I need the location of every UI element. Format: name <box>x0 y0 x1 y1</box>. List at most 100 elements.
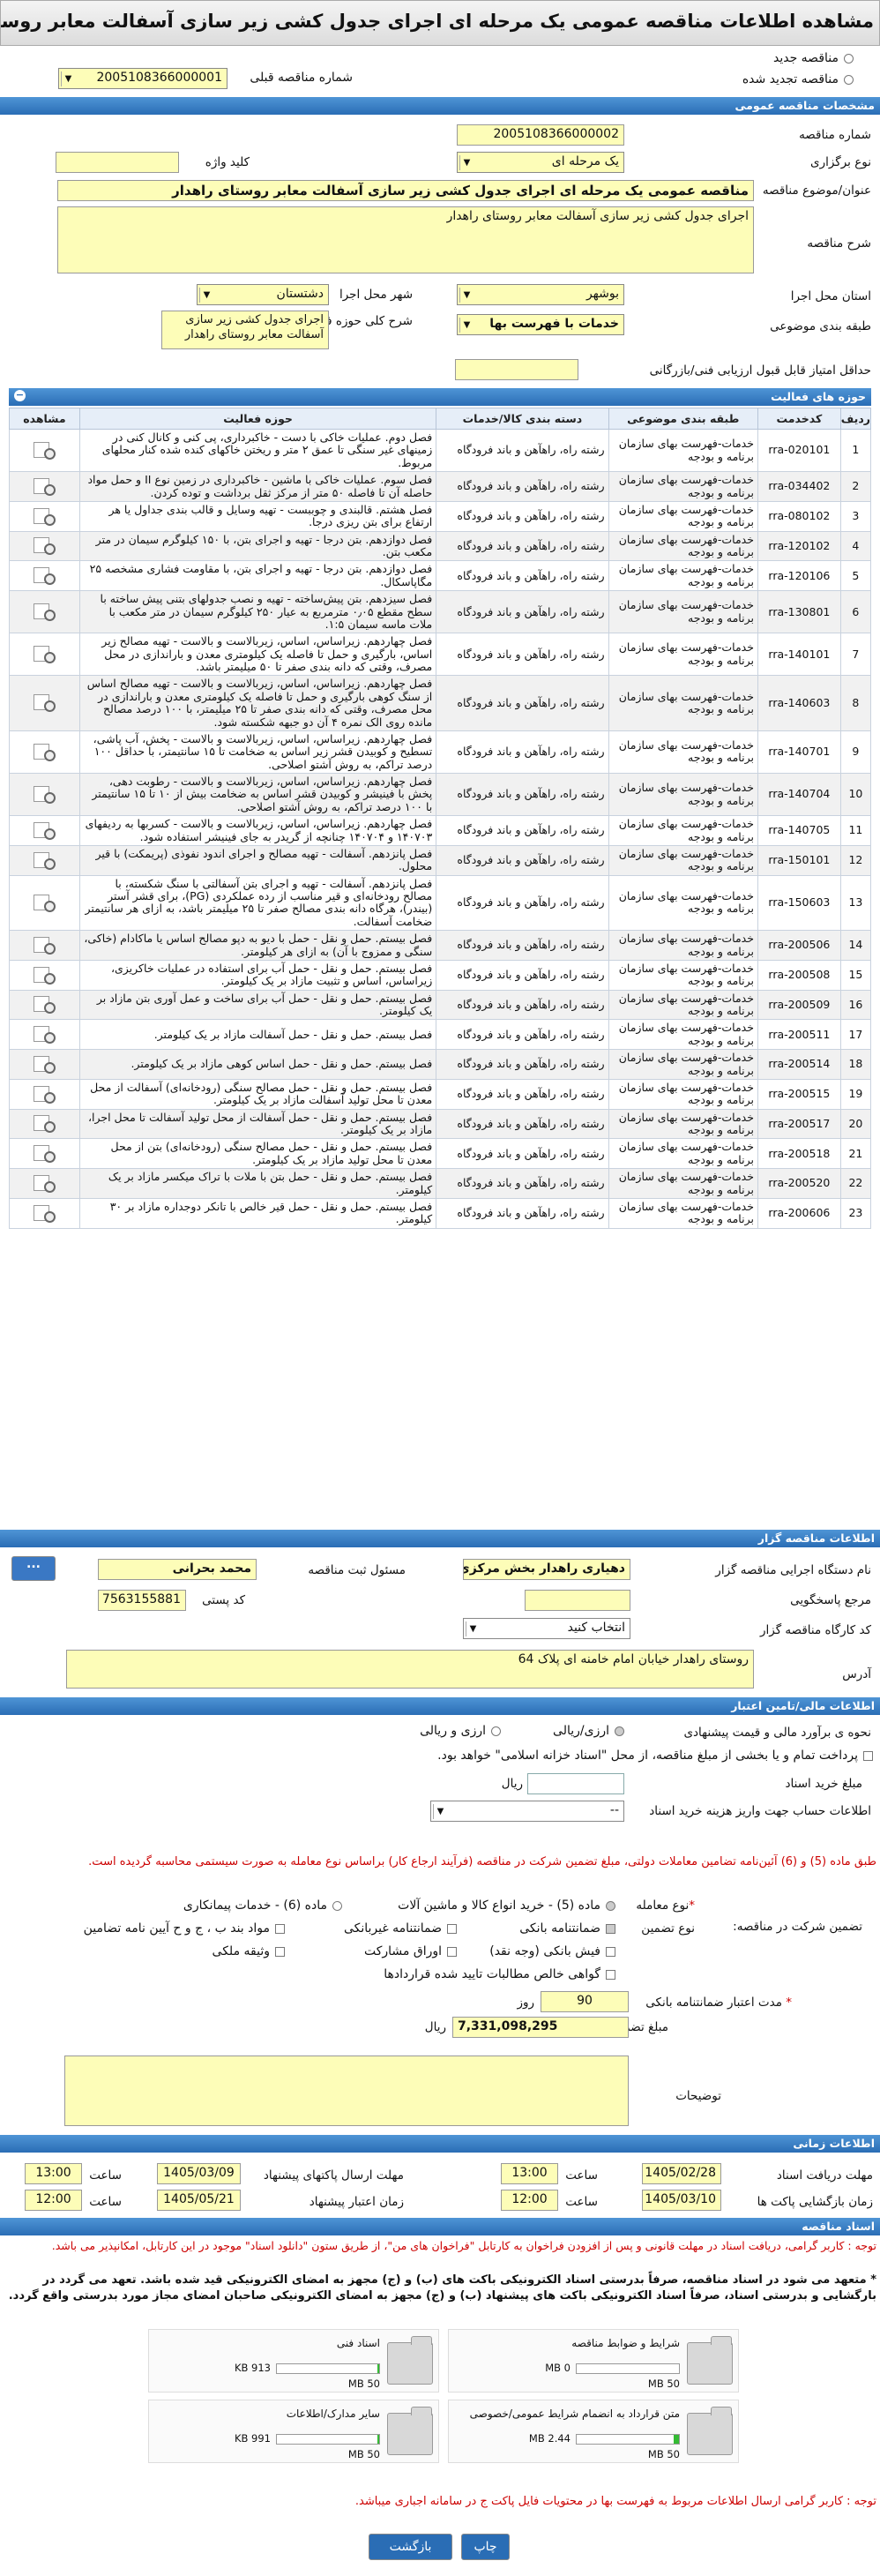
view-document-icon[interactable] <box>32 476 56 496</box>
class-cell: خدمات-فهرست بهای سازمان برنامه و بودجه <box>608 1049 758 1080</box>
notes-area[interactable] <box>64 2056 629 2126</box>
guarantee-bonds[interactable]: اوراق مشارکت <box>364 1944 457 1958</box>
category-cell: رشته راه، راهآهن و باند فرودگاه <box>436 930 609 961</box>
renewed-tender-option[interactable]: مناقصه تجدید شده <box>742 72 854 86</box>
view-document-icon[interactable] <box>32 693 56 713</box>
doc-contract[interactable]: متن قرارداد به انضمام شرایط عمومی/خصوصی 2… <box>448 2400 739 2463</box>
validity-time: 12:00 <box>25 2190 82 2211</box>
category-cell: رشته راه، راهآهن و باند فرودگاه <box>436 633 609 677</box>
view-document-icon[interactable] <box>32 994 56 1015</box>
row-number: 9 <box>839 730 872 775</box>
view-cell <box>9 1138 80 1170</box>
view-document-icon[interactable] <box>32 893 56 912</box>
view-document-icon[interactable] <box>32 850 56 870</box>
table-row: 8 rra-140603 خدمات-فهرست بهای سازمان برنام… <box>9 675 872 731</box>
activity-cell: فصل سیزدهم. بتن پیش‌ساخته - تهیه و نصب ج… <box>78 590 437 634</box>
view-document-icon[interactable] <box>32 935 56 955</box>
folder-icon <box>387 2336 433 2385</box>
guarantee-nonbank[interactable]: ضمانتنامه غیربانکی <box>344 1921 457 1936</box>
deadline-send-date: 1405/03/09 <box>157 2163 241 2184</box>
view-document-icon[interactable] <box>32 1203 56 1223</box>
view-document-icon[interactable] <box>32 535 56 556</box>
previous-number-select[interactable]: 2005108366000001 ▼ <box>58 68 227 89</box>
view-cell <box>9 633 80 677</box>
class-cell: خدمات-فهرست بهای سازمان برنامه و بودجه <box>608 930 758 961</box>
opening-date: 1405/03/10 <box>642 2190 721 2211</box>
view-document-icon[interactable] <box>32 440 56 460</box>
trade-option-5[interactable]: ماده (5) - خرید انواع کالا و ماشین آلات <box>398 1898 615 1913</box>
doc-technical[interactable]: اسناد فنی 913 KB 50 MB <box>148 2329 439 2393</box>
class-cell: خدمات-فهرست بهای سازمان برنامه و بودجه <box>608 500 758 532</box>
category-cell: رشته راه، راهآهن و باند فرودگاه <box>436 428 609 473</box>
service-code: rra-140701 <box>757 730 841 775</box>
collapse-icon[interactable]: − <box>14 390 26 401</box>
view-document-icon[interactable] <box>32 1173 56 1193</box>
row-number: 10 <box>839 772 872 817</box>
activity-cell: فصل بیستم. حمل و نقل - حمل قیر خالص با ت… <box>78 1197 437 1229</box>
view-cell <box>9 844 80 876</box>
view-document-icon[interactable] <box>32 784 56 804</box>
description-area[interactable]: اجرای جدول کشی زیر سازی آسفالت معابر روس… <box>57 206 754 273</box>
doc-other[interactable]: سایر مدارک/اطلاعات 991 KB 50 MB <box>148 2400 439 2463</box>
activity-cell: فصل چهاردهم. زیراساس، اساس، زیربالاست و … <box>78 772 437 817</box>
back-button[interactable]: بازگشت <box>369 2534 452 2560</box>
class-select[interactable]: خدمات با فهرست بها ▼ <box>457 314 624 335</box>
guarantee-claims[interactable]: گواهی خالص مطالبات تایید شده قراردادها <box>384 1967 615 1981</box>
ref-field <box>525 1590 630 1611</box>
province-select[interactable]: بوشهر ▼ <box>457 284 624 305</box>
view-document-icon[interactable] <box>32 1054 56 1074</box>
treasury-checkbox[interactable]: پرداخت تمام و یا بخشی از مبلغ مناقصه، از… <box>437 1749 873 1763</box>
service-code: rra-140101 <box>757 633 841 677</box>
row-number: 13 <box>839 874 872 932</box>
chevron-down-icon: ▼ <box>459 288 474 303</box>
print-button[interactable]: چاپ <box>461 2534 510 2560</box>
guarantee-cash[interactable]: فیش بانکی (وجه نقد) <box>489 1944 615 1958</box>
city-select[interactable]: دشتستان ▼ <box>197 284 329 305</box>
view-cell <box>9 772 80 817</box>
table-row: 3 rra-080102 خدمات-فهرست بهای سازمان برنام… <box>9 500 872 532</box>
guarantee-property[interactable]: وثیقه ملکی <box>213 1944 285 1958</box>
view-cell <box>9 1108 80 1140</box>
table-row: 17 rra-200511 خدمات-فهرست بهای سازمان برنا… <box>9 1019 872 1051</box>
view-document-icon[interactable] <box>32 1113 56 1134</box>
view-document-icon[interactable] <box>32 1084 56 1104</box>
estimate-option-1[interactable]: ارزی/ریالی <box>553 1724 624 1738</box>
view-document-icon[interactable] <box>32 602 56 621</box>
row-number: 20 <box>839 1108 872 1140</box>
activity-cell: فصل هشتم. قالبندی و چوببست - تهیه وسایل … <box>78 500 437 532</box>
account-select[interactable]: -- ▼ <box>430 1801 624 1822</box>
opening-label: زمان بازگشایی پاکت ها <box>757 2195 873 2209</box>
view-cell <box>9 500 80 532</box>
activity-cell: فصل بیستم. حمل و نقل - حمل آب برای استفا… <box>78 959 437 991</box>
estimate-label: نحوه ی برآورد مالی و قیمت پیشنهادی <box>683 1726 871 1740</box>
keyword-field[interactable] <box>56 152 179 173</box>
class-cell: خدمات-فهرست بهای سازمان برنامه و بودجه <box>608 1078 758 1110</box>
guarantee-bank[interactable]: ضمانتنامه بانکی <box>519 1921 615 1936</box>
category-cell: رشته راه، راهآهن و باند فرودگاه <box>436 989 609 1021</box>
view-document-icon[interactable] <box>32 742 56 761</box>
view-document-icon[interactable] <box>32 506 56 526</box>
resp-label: مسئول ثبت مناقصه <box>308 1563 406 1577</box>
category-cell: رشته راه، راهآهن و باند فرودگاه <box>436 1138 609 1170</box>
trade-option-6[interactable]: ماده (6) - خدمات پیمانکاری <box>183 1898 342 1913</box>
estimate-option-2[interactable]: ارزی و ریالی <box>420 1724 501 1738</box>
view-document-icon[interactable] <box>32 1143 56 1164</box>
select-responsible-button[interactable]: ... <box>11 1556 56 1581</box>
service-code: rra-140603 <box>757 675 841 731</box>
row-number: 4 <box>839 530 872 562</box>
view-document-icon[interactable] <box>32 965 56 985</box>
class-cell: خدمات-فهرست بهای سازمان برنامه و بودجه <box>608 428 758 473</box>
view-document-icon[interactable] <box>32 1024 56 1045</box>
new-tender-option[interactable]: مناقصه جدید <box>773 51 854 65</box>
doc-conditions[interactable]: شرایط و ضوابط مناقصه 0 MB 50 MB <box>448 2329 739 2393</box>
type-label: نوع برگزاری <box>810 155 871 169</box>
view-document-icon[interactable] <box>32 644 56 664</box>
view-cell <box>9 675 80 731</box>
service-code: rra-200517 <box>757 1108 841 1140</box>
guarantee-articles[interactable]: مواد بند ب ، ج و ح آیین نامه تضامین <box>84 1921 285 1936</box>
type-select[interactable]: یک مرحله ای ▼ <box>457 152 624 173</box>
table-row: 2 rra-034402 خدمات-فهرست بهای سازمان برنام… <box>9 471 872 502</box>
view-document-icon[interactable] <box>32 820 56 840</box>
workshop-select[interactable]: انتخاب کنید ▼ <box>463 1618 630 1639</box>
view-document-icon[interactable] <box>32 565 56 586</box>
